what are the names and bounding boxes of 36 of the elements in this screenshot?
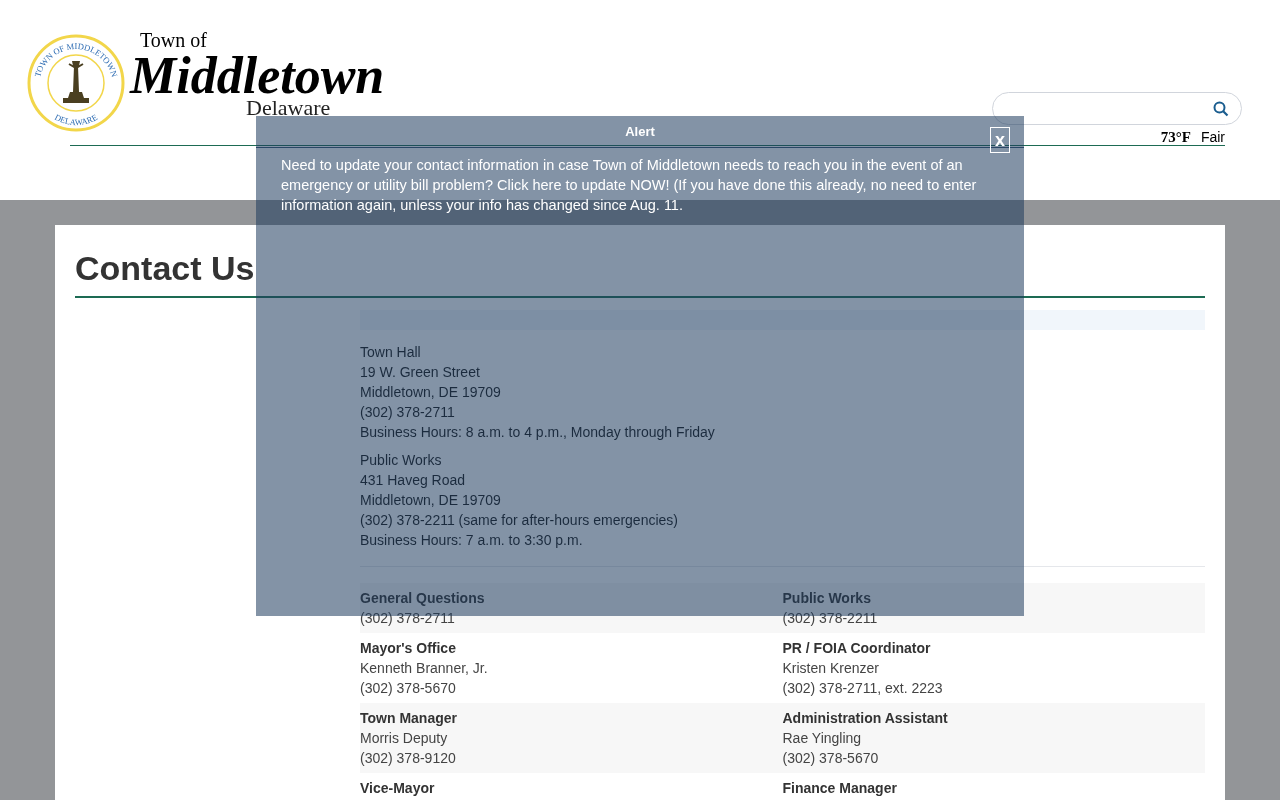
alert-title: Alert [625,122,655,141]
contact-title: Finance Manager [782,778,898,798]
contact-title: Town Manager [360,708,458,728]
weather-condition: Fair [1200,128,1225,147]
address-line: Middletown, DE 19709 [360,490,502,510]
contact-detail: Kristen Krenzer [782,658,880,678]
address-line: Town Hall [360,342,422,362]
contact-title: Vice-Mayor [360,778,436,798]
logo-text: Delaware [246,97,331,119]
contact-title: PR / FOIA Coordinator [782,638,932,658]
contact-detail: Rae Yingling [782,728,863,748]
address-line: 431 Haveg Road [360,470,467,490]
search-field[interactable] [992,92,1242,125]
contact-title: Mayor's Office [360,638,457,658]
close-button[interactable]: x [990,127,1010,153]
address-line: (302) 378-2211 (same for after-hours emergencies) [360,510,679,530]
address-line: 19 W. Green Street [360,362,481,382]
search-icon[interactable] [1213,100,1229,117]
contact-title: General Questions [360,588,486,608]
contact-detail: (302) 378-5670 [782,748,880,768]
logo-script-text: Middletown [130,56,385,96]
contact-title: Administration Assistant [782,708,949,728]
address-line: Business Hours: 8 a.m. to 4 p.m., Monday through Friday [360,422,716,442]
contact-detail: (302) 378-9120 [360,748,457,768]
contact-title: Public Works [782,588,872,608]
page-title: Contact Us [75,248,256,289]
address-line: Business Hours: 7 a.m. to 3:30 p.m. [360,530,584,550]
address-line: Middletown, DE 19709 [360,382,502,402]
contact-detail: Morris Deputy [360,728,449,748]
contact-detail: (302) 378-5670 [360,678,457,698]
contact-detail: (302) 378-2711, ext. 2223 [782,678,944,698]
address-line: (302) 378-2711 [360,402,456,422]
temperature-text: 73°F [1160,128,1191,147]
contact-detail: Kenneth Branner, Jr. [360,658,489,678]
address-line: Public Works [360,450,443,470]
logo-text: Town of [140,30,207,50]
